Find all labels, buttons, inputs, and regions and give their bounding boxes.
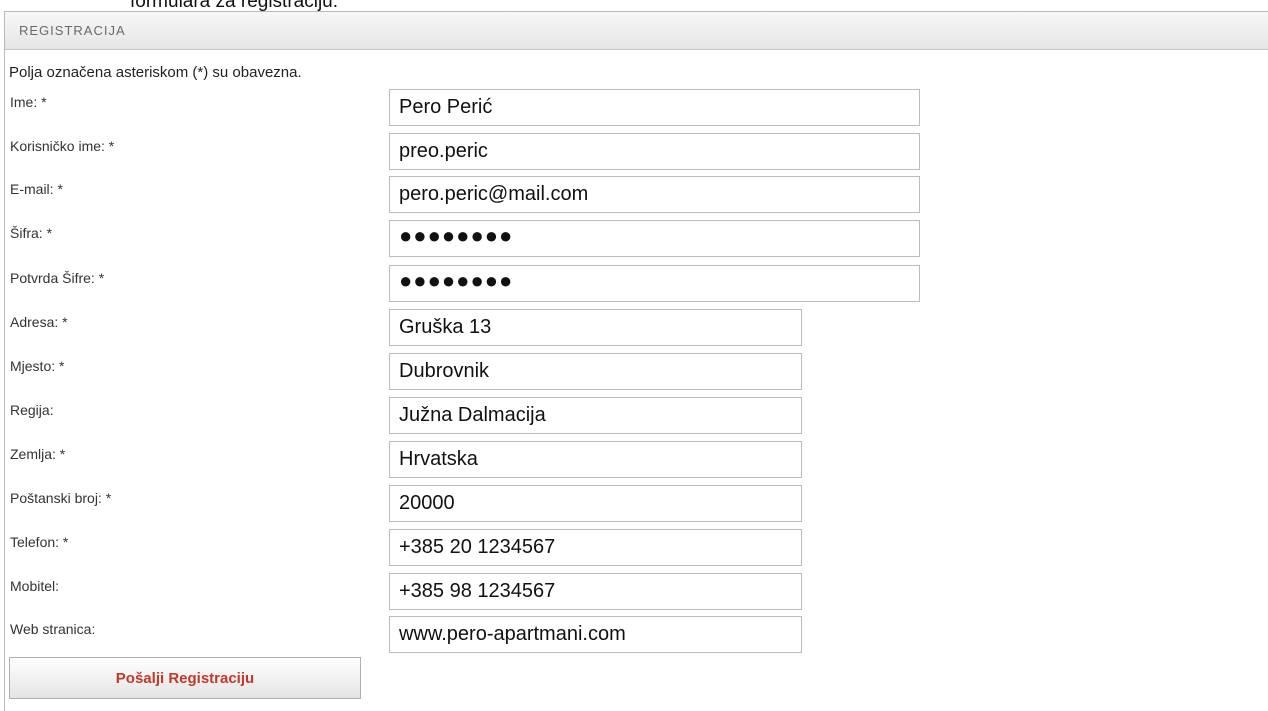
web-stranica-input[interactable]: www.pero-apartmani.com <box>389 616 802 653</box>
ime-label: Ime: * <box>10 94 47 110</box>
submit-registration-button[interactable]: Pošalji Registraciju <box>9 657 361 699</box>
potvrda-sifre-password-input[interactable]: ●●●●●●●● <box>389 265 920 302</box>
sifra-password-input[interactable]: ●●●●●●●● <box>389 220 920 257</box>
postanski-broj-label: Poštanski broj: * <box>10 490 112 506</box>
form-row-regija: Regija: Južna Dalmacija <box>0 397 1268 437</box>
email-input[interactable]: pero.peric@mail.com <box>389 176 920 213</box>
form-row-sifra: Šifra: * ●●●●●●●● <box>0 220 1268 260</box>
korisnicko-ime-label: Korisničko ime: * <box>10 138 115 154</box>
form-row-mobitel: Mobitel: +385 98 1234567 <box>0 573 1268 613</box>
telefon-input[interactable]: +385 20 1234567 <box>389 529 802 566</box>
form-row-zemlja: Zemlja: * Hrvatska <box>0 441 1268 481</box>
form-row-ime: Ime: * Pero Perić <box>0 89 1268 129</box>
form-row-web-stranica: Web stranica: www.pero-apartmani.com <box>0 616 1268 656</box>
adresa-input[interactable]: Gruška 13 <box>389 309 802 346</box>
web-stranica-label: Web stranica: <box>10 621 96 637</box>
regija-label: Regija: <box>10 402 54 418</box>
email-label: E-mail: * <box>10 181 63 197</box>
potvrda-sifre-label: Potvrda Šifre: * <box>10 270 105 286</box>
form-row-email: E-mail: * pero.peric@mail.com <box>0 176 1268 216</box>
panel-header: REGISTRACIJA <box>5 12 1268 50</box>
ime-input[interactable]: Pero Perić <box>389 89 920 126</box>
sifra-label: Šifra: * <box>10 225 53 241</box>
form-row-postanski-broj: Poštanski broj: * 20000 <box>0 485 1268 525</box>
zemlja-input[interactable]: Hrvatska <box>389 441 802 478</box>
form-row-korisnicko-ime: Korisničko ime: * preo.peric <box>0 133 1268 173</box>
adresa-label: Adresa: * <box>10 314 68 330</box>
mobitel-label: Mobitel: <box>10 578 60 594</box>
panel-title: REGISTRACIJA <box>19 23 126 38</box>
telefon-label: Telefon: * <box>10 534 69 550</box>
mobitel-input[interactable]: +385 98 1234567 <box>389 573 802 610</box>
regija-input[interactable]: Južna Dalmacija <box>389 397 802 434</box>
form-row-mjesto: Mjesto: * Dubrovnik <box>0 353 1268 393</box>
form-row-adresa: Adresa: * Gruška 13 <box>0 309 1268 349</box>
form-row-telefon: Telefon: * +385 20 1234567 <box>0 529 1268 569</box>
korisnicko-ime-input[interactable]: preo.peric <box>389 133 920 170</box>
required-fields-note: Polja označena asteriskom (*) su obavezn… <box>9 64 302 81</box>
form-row-potvrda-sifre: Potvrda Šifre: * ●●●●●●●● <box>0 265 1268 305</box>
mjesto-input[interactable]: Dubrovnik <box>389 353 802 390</box>
mjesto-label: Mjesto: * <box>10 358 65 374</box>
postanski-broj-input[interactable]: 20000 <box>389 485 802 522</box>
zemlja-label: Zemlja: * <box>10 446 66 462</box>
